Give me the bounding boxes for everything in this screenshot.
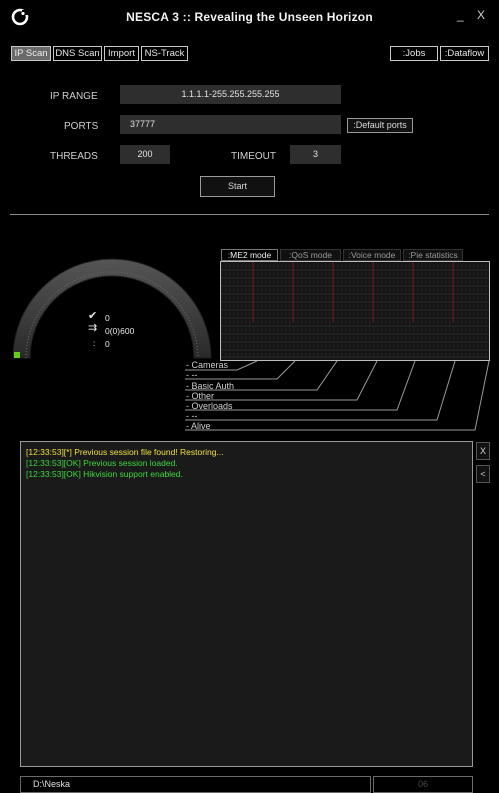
timeout-input[interactable]: 3	[290, 145, 341, 164]
threads-arrows-icon: ⇉	[88, 322, 98, 334]
graph-canvas	[221, 262, 489, 358]
default-ports-button[interactable]: :Default ports	[347, 118, 413, 133]
section-divider	[10, 214, 489, 215]
tab-voice-mode[interactable]: :Voice mode	[343, 249, 401, 261]
ip-range-input[interactable]: 1.1.1.1-255.255.255.255	[120, 85, 341, 104]
log-line: [12:33:53][*] Previous session file foun…	[26, 447, 224, 457]
tab-qos-mode[interactable]: :QoS mode	[280, 249, 341, 261]
legend-overloads: - Overloads	[186, 401, 233, 411]
tab-dns-scan[interactable]: DNS Scan	[53, 46, 102, 61]
found-check-icon: ✔	[88, 310, 98, 322]
minimize-button[interactable]: _	[457, 8, 464, 22]
log-line: [12:33:53][OK] Hikvision support enabled…	[26, 469, 183, 479]
threads-label: THREADS	[50, 151, 98, 162]
legend-cameras: - Cameras	[186, 360, 229, 370]
clear-log-button[interactable]: X	[476, 442, 490, 460]
progress-indicator: 06	[373, 776, 473, 793]
collapse-log-button[interactable]: <	[476, 465, 490, 483]
ip-range-label: IP RANGE	[50, 91, 98, 102]
threads-ratio: 0(0)600	[105, 326, 135, 336]
threads-input[interactable]: 200	[120, 145, 170, 164]
tab-import[interactable]: Import	[104, 46, 139, 61]
title-bar: NESCA 3 :: Revealing the Unseen Horizon …	[0, 0, 499, 36]
pending-colon: :	[93, 338, 96, 348]
legend-alive: - Alive	[186, 421, 211, 431]
legend-placeholder-1: - --	[186, 370, 198, 380]
window-title: NESCA 3 :: Revealing the Unseen Horizon	[126, 10, 373, 24]
gauge-level-indicator	[14, 352, 20, 358]
close-button[interactable]: X	[477, 8, 485, 22]
activity-graph	[220, 261, 490, 361]
activity-gauge	[12, 258, 212, 359]
ports-input[interactable]: 37777	[120, 115, 341, 134]
legend-other: - Other	[186, 391, 215, 401]
ports-label: PORTS	[64, 121, 99, 132]
tab-me2-mode[interactable]: :ME2 mode	[221, 249, 278, 261]
tab-ns-track[interactable]: NS-Track	[141, 46, 188, 61]
timeout-label: TIMEOUT	[231, 151, 276, 162]
log-line: [12:33:53][OK] Previous session loaded.	[26, 458, 178, 468]
tab-pie-statistics[interactable]: :Pie statistics	[403, 249, 463, 261]
legend-connectors	[185, 361, 490, 431]
jobs-button[interactable]: :Jobs	[390, 46, 438, 61]
tab-ip-scan[interactable]: IP Scan	[11, 46, 51, 61]
pending-count: 0	[105, 339, 110, 349]
legend-placeholder-2: - --	[186, 411, 198, 421]
dataflow-button[interactable]: :Dataflow	[440, 46, 489, 61]
found-count: 0	[105, 313, 110, 323]
start-button[interactable]: Start	[200, 176, 275, 197]
log-panel[interactable]: [12:33:53][*] Previous session file foun…	[20, 441, 473, 767]
legend-basic-auth: - Basic Auth	[186, 381, 235, 391]
current-path: D:\Neska	[20, 776, 371, 793]
